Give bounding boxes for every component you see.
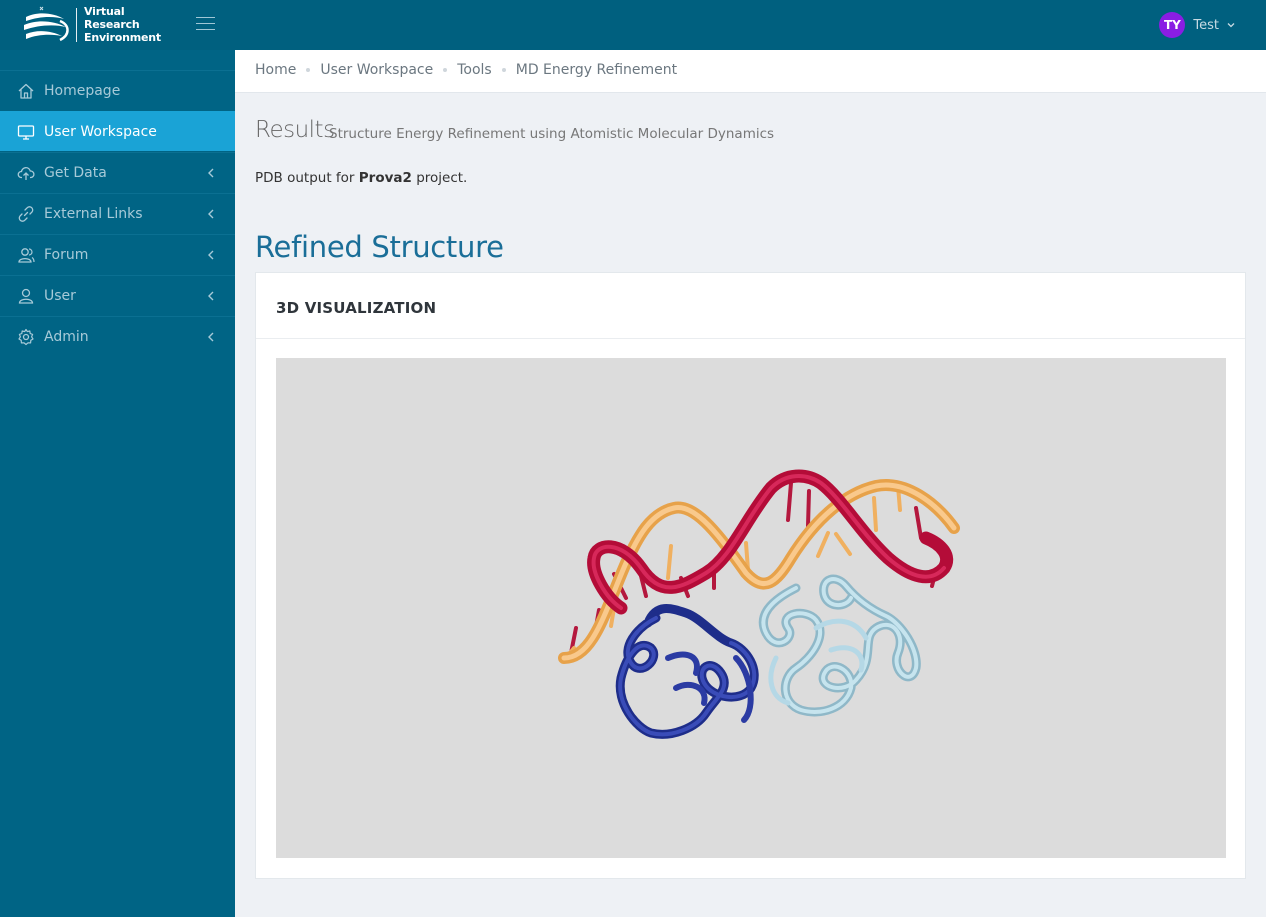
project-name: Prova2 (358, 170, 412, 186)
gear-icon (18, 328, 34, 345)
sidebar-item-label: User (44, 287, 76, 304)
chevron-left-icon (208, 291, 214, 300)
visualization-panel: 3D VISUALIZATION (255, 272, 1246, 879)
sidebar-toggle-button[interactable] (196, 17, 215, 31)
chevron-left-icon (208, 332, 214, 341)
home-icon (18, 83, 34, 99)
cloud-upload-icon (17, 166, 35, 180)
page-subtitle: Structure Energy Refinement using Atomis… (329, 126, 775, 142)
logo-text: Virtual Research Environment (84, 5, 161, 44)
sidebar-item-user-workspace[interactable]: User Workspace (0, 111, 235, 151)
molecule-structure-image (558, 469, 960, 739)
monitor-icon (17, 124, 35, 140)
output-description: PDB output for Prova2 project. (255, 170, 468, 186)
chevron-left-icon (208, 168, 214, 177)
sidebar-item-label: External Links (44, 205, 143, 222)
breadcrumb-home[interactable]: Home (255, 62, 296, 78)
sidebar-item-admin[interactable]: Admin (0, 316, 235, 356)
panel-title: 3D VISUALIZATION (276, 299, 437, 317)
logo-mark-icon (24, 6, 69, 42)
top-navbar: Virtual Research Environment TY Test (0, 0, 1266, 50)
logo-line-3: Environment (84, 31, 161, 44)
logo-line-2: Research (84, 18, 140, 31)
page-title: Results (255, 117, 335, 143)
breadcrumb-tools[interactable]: Tools (457, 62, 492, 78)
users-icon (18, 247, 35, 263)
breadcrumb: Home User Workspace Tools MD Energy Refi… (255, 62, 677, 78)
breadcrumb-current: MD Energy Refinement (515, 62, 678, 78)
sidebar-item-get-data[interactable]: Get Data (0, 152, 235, 192)
sidebar-item-label: Forum (44, 246, 89, 263)
molecule-3d-viewer[interactable] (276, 358, 1226, 858)
breadcrumb-user-workspace[interactable]: User Workspace (320, 62, 433, 78)
section-title: Refined Structure (255, 230, 504, 264)
user-name: Test (1193, 17, 1219, 33)
sidebar-item-label: Admin (44, 328, 89, 345)
sidebar-item-label: User Workspace (44, 123, 157, 140)
avatar: TY (1159, 12, 1186, 38)
chevron-down-icon (1227, 23, 1235, 28)
chevron-left-icon (208, 250, 214, 259)
sidebar-item-label: Get Data (44, 164, 107, 181)
sidebar-item-forum[interactable]: Forum (0, 234, 235, 274)
panel-header: 3D VISUALIZATION (256, 273, 1245, 339)
sidebar-item-homepage[interactable]: Homepage (0, 70, 235, 110)
link-icon (18, 205, 34, 222)
user-menu-dropdown[interactable]: TY Test (1159, 12, 1236, 38)
user-icon (18, 288, 34, 304)
chevron-left-icon (208, 209, 214, 218)
sidebar: Homepage User Workspace Get Data Externa… (0, 50, 235, 917)
sidebar-item-label: Homepage (44, 82, 121, 99)
breadcrumb-bar: Home User Workspace Tools MD Energy Refi… (235, 50, 1266, 93)
sidebar-item-user[interactable]: User (0, 275, 235, 315)
logo-line-1: Virtual (84, 5, 125, 18)
sidebar-item-external-links[interactable]: External Links (0, 193, 235, 233)
